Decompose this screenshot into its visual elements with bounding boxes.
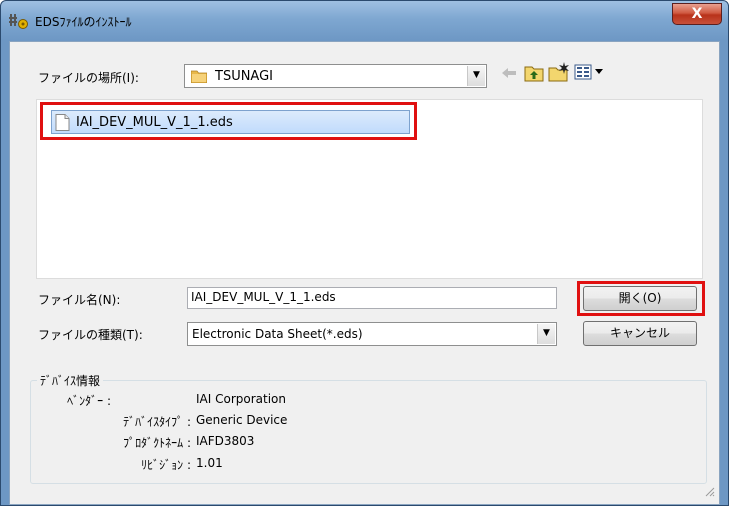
vendor-value: IAI Corporation	[196, 392, 286, 406]
product-name-label: ﾌﾟﾛﾀﾞｸﾄﾈｰﾑ :	[123, 436, 191, 450]
open-highlight-box	[577, 281, 705, 316]
device-info-title: ﾃﾞﾊﾞｲｽ情報	[37, 372, 104, 389]
vendor-label: ﾍﾞﾝﾀﾞｰ :	[67, 394, 111, 408]
filetype-label: ファイルの種類(T):	[38, 328, 143, 342]
eds-install-icon	[9, 12, 29, 30]
chevron-down-icon[interactable]: ▼	[537, 324, 555, 344]
filetype-combo[interactable]: Electronic Data Sheet(*.eds) ▼	[187, 322, 557, 346]
chevron-down-icon[interactable]: ▼	[467, 66, 485, 86]
resize-grip-icon[interactable]	[703, 485, 715, 500]
filename-input[interactable]: IAI_DEV_MUL_V_1_1.eds	[187, 287, 557, 309]
title-bar[interactable]: EDSﾌｧｲﾙのｲﾝｽﾄｰﾙ X	[1, 1, 728, 41]
device-type-value: Generic Device	[196, 413, 288, 427]
file-highlight-box	[40, 102, 417, 140]
close-button[interactable]: X	[672, 3, 722, 25]
new-folder-icon[interactable]	[548, 62, 570, 85]
location-value: TSUNAGI	[215, 69, 274, 84]
location-combo[interactable]: TSUNAGI ▼	[184, 64, 487, 88]
filename-label: ファイル名(N):	[38, 293, 121, 307]
folder-icon	[190, 69, 208, 86]
revision-value: 1.01	[196, 456, 223, 470]
window-title: EDSﾌｧｲﾙのｲﾝｽﾄｰﾙ	[35, 15, 132, 29]
device-type-label: ﾃﾞﾊﾞｲｽﾀｲﾌﾟ :	[123, 415, 191, 429]
view-menu-icon[interactable]	[574, 64, 606, 83]
revision-label: ﾘﾋﾞｼﾞｮﾝ :	[141, 458, 191, 472]
dialog-body: ファイルの場所(I): TSUNAGI ▼ IAI_DEV_MUL_V_1_1.…	[9, 41, 720, 505]
cancel-button[interactable]: キャンセル	[583, 321, 697, 346]
back-arrow-icon[interactable]	[500, 65, 518, 84]
eds-install-dialog: EDSﾌｧｲﾙのｲﾝｽﾄｰﾙ X ファイルの場所(I): TSUNAGI ▼ I…	[0, 0, 729, 506]
location-label: ファイルの場所(I):	[38, 71, 139, 85]
product-name-value: IAFD3803	[196, 434, 255, 448]
filetype-value: Electronic Data Sheet(*.eds)	[192, 327, 363, 341]
up-folder-icon[interactable]	[524, 64, 544, 85]
